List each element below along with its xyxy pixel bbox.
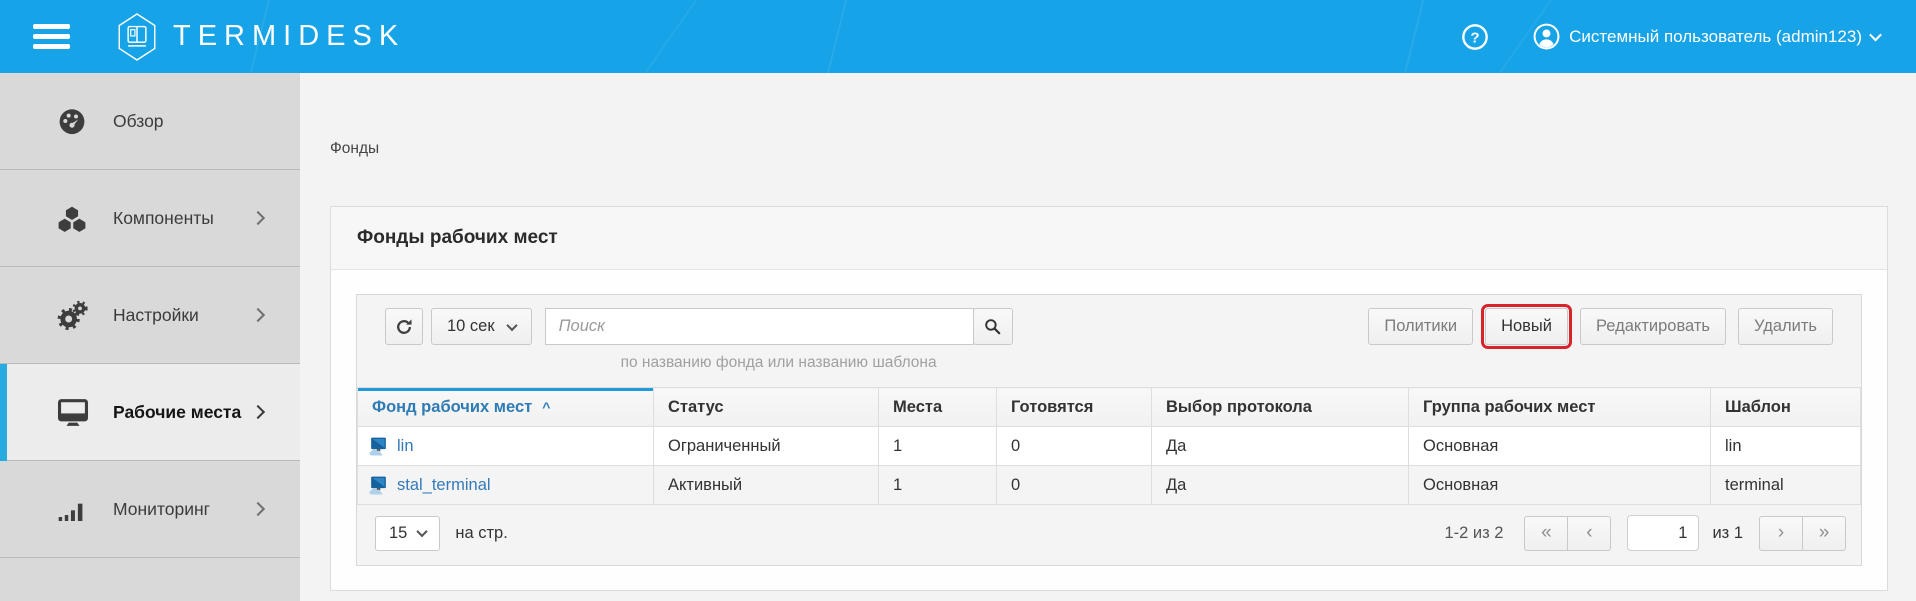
chevron-right-icon (251, 502, 265, 516)
first-page-button[interactable]: « (1524, 516, 1568, 551)
cell-template: lin (1711, 427, 1861, 466)
column-header-template[interactable]: Шаблон (1711, 388, 1861, 427)
cell-protocol: Да (1152, 427, 1409, 466)
brand-logo: TERMIDESK (116, 13, 405, 61)
chevron-right-icon (251, 211, 265, 225)
column-header-pool[interactable]: Фонд рабочих мест ^ (358, 388, 654, 427)
edit-button[interactable]: Редактировать (1580, 308, 1726, 345)
search-button[interactable] (973, 308, 1013, 345)
user-menu[interactable]: Системный пользователь (admin123) (1533, 23, 1880, 50)
refresh-interval-select[interactable]: 10 сек (431, 308, 532, 345)
desktop-pool-icon (368, 475, 389, 496)
per-page-label: на стр. (455, 524, 507, 543)
refresh-icon (394, 317, 414, 337)
pool-link[interactable]: lin (397, 437, 414, 456)
pool-link[interactable]: stal_terminal (397, 476, 491, 495)
sidebar-item-settings[interactable]: Настройки (0, 267, 300, 364)
next-page-button[interactable]: › (1759, 516, 1803, 551)
pools-panel: 10 сек (356, 294, 1862, 566)
sort-ascending-icon: ^ (542, 399, 550, 415)
sidebar-item-components[interactable]: Компоненты (0, 170, 300, 267)
table-header-row: Фонд рабочих мест ^ Статус Места Готовятс… (358, 388, 1861, 427)
search-hint: по названию фонда или названию шаблона (545, 354, 1013, 372)
sidebar-item-label: Компоненты (113, 208, 214, 229)
range-label: 1-2 из 2 (1444, 524, 1503, 543)
cubes-icon (56, 202, 92, 234)
sidebar-item-workplaces[interactable]: Рабочие места (0, 364, 300, 461)
monitor-icon (56, 395, 92, 429)
cell-seats: 1 (879, 466, 997, 505)
dashboard-icon (56, 105, 92, 137)
column-header-status[interactable]: Статус (654, 388, 879, 427)
sidebar-item-overview[interactable]: Обзор (0, 73, 300, 170)
column-header-seats[interactable]: Места (879, 388, 997, 427)
sidebar-item-monitoring[interactable]: Мониторинг (0, 461, 300, 558)
user-name-label: Системный пользователь (admin123) (1569, 27, 1862, 47)
cell-preparing: 0 (997, 466, 1152, 505)
policies-button[interactable]: Политики (1368, 308, 1473, 345)
cell-group: Основная (1409, 427, 1711, 466)
column-label: Фонд рабочих мест (372, 398, 532, 416)
cell-status: Ограниченный (654, 427, 879, 466)
last-page-button[interactable]: » (1802, 516, 1846, 551)
total-pages-label: из 1 (1712, 524, 1743, 543)
sidebar-item-label: Мониторинг (113, 499, 210, 520)
search-input[interactable] (545, 308, 974, 345)
delete-button[interactable]: Удалить (1738, 308, 1833, 345)
column-header-group[interactable]: Группа рабочих мест (1409, 388, 1711, 427)
page-size-value: 15 (389, 524, 407, 543)
pagination-bar: 15 на стр. 1-2 из 2 « ‹ из 1 (357, 505, 1861, 565)
chevron-right-icon (251, 308, 265, 322)
termidesk-hexagon-icon (116, 13, 158, 61)
sidebar: Обзор Компоненты Нас (0, 73, 300, 601)
cell-seats: 1 (879, 427, 997, 466)
menu-toggle-icon[interactable] (33, 19, 70, 55)
table-row[interactable]: lin Ограниченный 1 0 Да Основная lin (358, 427, 1861, 466)
chevron-down-icon (417, 526, 428, 537)
sidebar-filler (0, 558, 300, 601)
chevron-down-icon (506, 319, 517, 330)
pools-table: Фонд рабочих мест ^ Статус Места Готовятс… (357, 387, 1861, 505)
refresh-interval-value: 10 сек (447, 317, 495, 336)
page-size-select[interactable]: 15 (375, 516, 440, 551)
sidebar-item-label: Обзор (113, 111, 164, 132)
sidebar-item-label: Настройки (113, 305, 199, 326)
breadcrumb: Фонды (330, 140, 1888, 158)
cell-preparing: 0 (997, 427, 1152, 466)
toolbar: 10 сек (357, 295, 1861, 372)
chevron-right-icon (251, 405, 265, 419)
main-content: Фонды Фонды рабочих мест 10 сек (300, 73, 1916, 601)
prev-page-button[interactable]: ‹ (1567, 516, 1611, 551)
current-page-input[interactable] (1627, 515, 1699, 551)
new-button[interactable]: Новый (1485, 308, 1568, 345)
gears-icon (56, 299, 92, 331)
cell-group: Основная (1409, 466, 1711, 505)
user-avatar-icon (1533, 23, 1560, 50)
pools-card: Фонды рабочих мест 10 сек (330, 206, 1888, 591)
svg-text:?: ? (1471, 29, 1480, 46)
cell-template: terminal (1711, 466, 1861, 505)
column-header-protocol[interactable]: Выбор протокола (1152, 388, 1409, 427)
sidebar-item-label: Рабочие места (113, 402, 241, 423)
chevron-down-icon (1869, 29, 1882, 42)
column-header-preparing[interactable]: Готовятся (997, 388, 1152, 427)
table-row[interactable]: stal_terminal Активный 1 0 Да Основная t… (358, 466, 1861, 505)
app-header: TERMIDESK ? Системный пользователь (admi… (0, 0, 1916, 73)
refresh-button[interactable] (385, 308, 423, 345)
bar-chart-icon (56, 493, 92, 525)
search-icon (983, 317, 1002, 336)
page-title: Фонды рабочих мест (331, 207, 1887, 270)
cell-status: Активный (654, 466, 879, 505)
desktop-pool-icon (368, 436, 389, 457)
help-icon[interactable]: ? (1461, 23, 1489, 51)
brand-name: TERMIDESK (173, 20, 405, 53)
cell-protocol: Да (1152, 466, 1409, 505)
